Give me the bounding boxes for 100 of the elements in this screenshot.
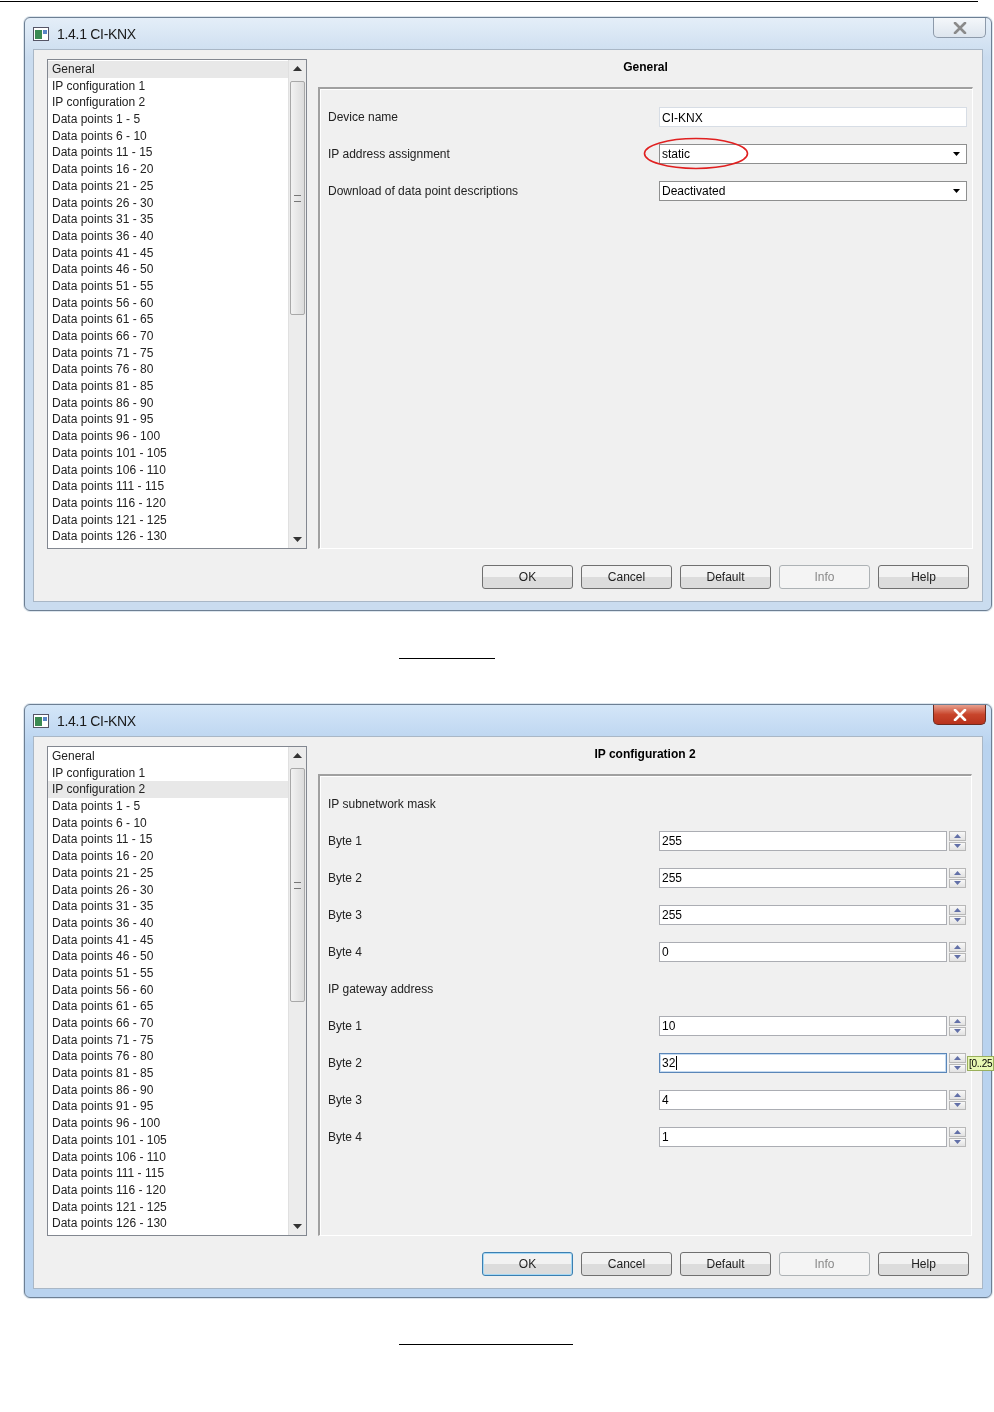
list-item[interactable]: Data points 51 - 55 — [48, 964, 288, 982]
list-item[interactable]: IP configuration 2 — [48, 94, 288, 112]
dialog-button[interactable]: Default — [680, 1252, 771, 1276]
spin-buttons[interactable] — [949, 831, 966, 851]
spin-buttons[interactable] — [949, 905, 966, 925]
list-item[interactable]: Data points 61 - 65 — [48, 998, 288, 1015]
list-item[interactable]: Data points 11 - 15 — [48, 144, 288, 162]
number-field[interactable]: 10 — [659, 1016, 947, 1036]
text-field[interactable]: CI-KNX — [659, 107, 967, 127]
parameter-label: IP gateway address — [328, 982, 435, 996]
list-item[interactable]: Data points 46 - 50 — [48, 261, 288, 278]
list-item[interactable]: Data points 61 - 65 — [48, 311, 288, 328]
list-item[interactable]: Data points 101 - 105 — [48, 1131, 288, 1149]
number-field[interactable]: 255 — [659, 905, 947, 925]
list-item[interactable]: Data points 86 - 90 — [48, 1081, 288, 1099]
list-item[interactable]: Data points 21 - 25 — [48, 177, 288, 195]
list-item[interactable]: Data points 26 - 30 — [48, 194, 288, 212]
scroll-up-icon[interactable] — [293, 753, 302, 758]
spin-buttons[interactable] — [949, 1090, 966, 1110]
list-item[interactable]: Data points 31 - 35 — [48, 211, 288, 228]
list-item[interactable]: Data points 36 - 40 — [48, 227, 288, 245]
list-item[interactable]: Data points 111 - 115 — [48, 478, 288, 495]
caret-icon[interactable] — [953, 152, 960, 156]
list-item[interactable]: Data points 91 - 95 — [48, 1098, 288, 1116]
list-item[interactable]: IP configuration 1 — [48, 77, 288, 95]
list-item[interactable]: Data points 121 - 125 — [48, 1198, 288, 1216]
list-item[interactable]: Data points 31 - 35 — [48, 898, 288, 915]
list-item[interactable]: Data points 91 - 95 — [48, 411, 288, 429]
list-item[interactable]: Data points 86 - 90 — [48, 394, 288, 412]
list-item[interactable]: General — [48, 61, 288, 78]
list-item[interactable]: Data points 121 - 125 — [48, 511, 288, 529]
list-item[interactable]: Data points 41 - 45 — [48, 931, 288, 949]
list-item[interactable]: Data points 116 - 120 — [48, 494, 288, 512]
list-item[interactable]: Data points 56 - 60 — [48, 981, 288, 999]
dialog-button[interactable]: Cancel — [581, 1252, 672, 1276]
list-item[interactable]: Data points 46 - 50 — [48, 948, 288, 965]
list-item[interactable]: Data points 126 - 130 — [48, 1215, 288, 1232]
dropdown[interactable]: static — [659, 144, 967, 164]
list-item[interactable]: Data points 36 - 40 — [48, 914, 288, 932]
list-item[interactable]: Data points 6 - 10 — [48, 127, 288, 145]
list-item[interactable]: Data points 66 - 70 — [48, 328, 288, 345]
list-item[interactable]: Data points 76 - 80 — [48, 1048, 288, 1066]
scrollbar-thumb[interactable] — [290, 81, 305, 315]
list-item[interactable]: Data points 11 - 15 — [48, 831, 288, 849]
close-button[interactable] — [933, 705, 986, 725]
list-item[interactable]: General — [48, 748, 288, 765]
dropdown[interactable]: Deactivated — [659, 181, 967, 201]
list-item[interactable]: Data points 66 - 70 — [48, 1015, 288, 1032]
list-item[interactable]: Data points 116 - 120 — [48, 1181, 288, 1199]
window-title: 1.4.1 CI-KNX — [57, 712, 136, 729]
parameter-label: Byte 3 — [328, 908, 364, 922]
spin-buttons[interactable] — [949, 868, 966, 888]
list-item[interactable]: Data points 76 - 80 — [48, 361, 288, 379]
number-field[interactable]: 255 — [659, 868, 947, 888]
scroll-down-icon[interactable] — [293, 537, 302, 542]
dialog-button[interactable]: Help — [878, 1252, 969, 1276]
number-field[interactable]: 255 — [659, 831, 947, 851]
list-item[interactable]: Data points 16 - 20 — [48, 161, 288, 178]
parameter-label: Byte 1 — [328, 834, 364, 848]
parameter-label: Byte 1 — [328, 1019, 364, 1033]
list-item[interactable]: Data points 81 - 85 — [48, 378, 288, 395]
list-item[interactable]: Data points 1 - 5 — [48, 111, 288, 128]
list-item[interactable]: Data points 96 - 100 — [48, 1115, 288, 1132]
list-item[interactable]: Data points 71 - 75 — [48, 344, 288, 362]
parameter-label: Byte 4 — [328, 1130, 364, 1144]
list-item[interactable]: Data points 1 - 5 — [48, 798, 288, 815]
list-item[interactable]: Data points 101 - 105 — [48, 444, 288, 462]
spin-buttons[interactable] — [949, 1053, 966, 1073]
scrollbar[interactable] — [288, 60, 306, 548]
number-field[interactable]: 1 — [659, 1127, 947, 1147]
list-item[interactable]: Data points 41 - 45 — [48, 244, 288, 262]
list-item[interactable]: Data points 26 - 30 — [48, 881, 288, 899]
list-item[interactable]: Data points 16 - 20 — [48, 848, 288, 865]
window-icon — [33, 26, 49, 41]
number-field[interactable]: 0 — [659, 942, 947, 962]
list-item[interactable]: Data points 106 - 110 — [48, 461, 288, 479]
list-item[interactable]: Data points 106 - 110 — [48, 1148, 288, 1166]
number-field[interactable]: 4 — [659, 1090, 947, 1110]
spin-buttons[interactable] — [949, 1016, 966, 1036]
list-item[interactable]: Data points 21 - 25 — [48, 864, 288, 882]
list-item[interactable]: Data points 126 - 130 — [48, 528, 288, 545]
list-item[interactable]: IP configuration 1 — [48, 764, 288, 782]
list-item[interactable]: Data points 71 - 75 — [48, 1031, 288, 1049]
parameter-label: Download of data point descriptions — [328, 184, 520, 198]
scrollbar[interactable] — [288, 747, 306, 1235]
number-field[interactable]: 32 — [659, 1053, 947, 1073]
caret-icon[interactable] — [953, 189, 960, 193]
list-item[interactable]: Data points 56 - 60 — [48, 294, 288, 312]
scrollbar-thumb[interactable] — [290, 768, 305, 1002]
list-item[interactable]: Data points 51 - 55 — [48, 277, 288, 295]
scroll-down-icon[interactable] — [293, 1224, 302, 1229]
list-item[interactable]: Data points 111 - 115 — [48, 1165, 288, 1182]
list-item[interactable]: Data points 81 - 85 — [48, 1065, 288, 1082]
list-item[interactable]: Data points 6 - 10 — [48, 814, 288, 832]
list-item[interactable]: Data points 96 - 100 — [48, 428, 288, 445]
scroll-up-icon[interactable] — [293, 66, 302, 71]
list-item[interactable]: IP configuration 2 — [48, 781, 288, 799]
dialog-button[interactable]: OK — [482, 1252, 573, 1276]
spin-buttons[interactable] — [949, 1127, 966, 1147]
spin-buttons[interactable] — [949, 942, 966, 962]
